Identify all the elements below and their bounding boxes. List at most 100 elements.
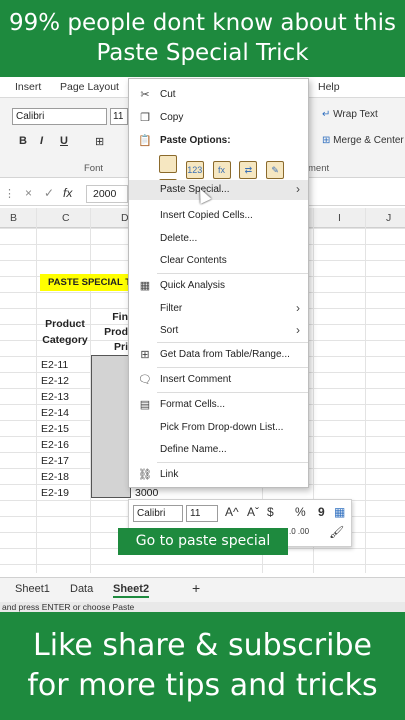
banner-line-1: 99% people dont know about this [8,10,396,36]
merge-center-button[interactable]: ⊞ Merge & Center [322,135,404,146]
menu-get-data-label: Get Data from Table/Range... [160,349,290,360]
paste-transpose-icon[interactable]: ⇄ [239,161,258,179]
final-header-line3: Pri [113,341,128,353]
submenu-arrow-icon: › [296,323,300,337]
more-icon[interactable]: ⋮ [4,187,15,200]
mini-font-size[interactable]: 11 [186,505,218,522]
caption-overlay: Go to paste special [118,528,288,555]
fx-icon[interactable]: fx [63,186,72,200]
paste-icon[interactable] [159,155,177,173]
submenu-arrow-icon: › [296,301,300,315]
menu-copy-label: Copy [160,112,184,123]
final-header-line1: Fin [112,311,128,323]
final-price-header[interactable]: Fin Prod Pri [100,311,128,353]
category-cell[interactable]: E2-17 [41,455,69,467]
menu-insert-comment-label: Insert Comment [160,374,232,385]
menu-get-data[interactable]: ⊞ Get Data from Table/Range... [129,345,308,365]
menu-copy[interactable]: ❐ Copy [129,108,308,128]
menu-define-name[interactable]: Define Name... [129,440,308,460]
column-i[interactable]: I [338,212,341,224]
menu-sort-label: Sort [160,325,179,336]
paste-options-label: Paste Options: [160,135,231,146]
menu-cut-label: Cut [160,89,176,100]
category-cell[interactable]: E2-16 [41,439,69,451]
font-name-box[interactable]: Calibri [12,108,107,125]
enter-icon[interactable]: ✓ [44,186,54,200]
menu-sort[interactable]: Sort › [129,321,308,341]
merge-icon: ⊞ [322,135,331,146]
link-icon: ⛓ [138,469,152,481]
tab-help[interactable]: Help [318,81,340,93]
tab-page-layout[interactable]: Page Layout [60,81,119,93]
format-table-icon[interactable]: ▦ [334,505,345,519]
wrap-text-icon: ↵ [322,109,331,120]
final-header-line2: Prod [104,326,128,338]
product-header-line2: Category [42,334,88,346]
bold-button[interactable]: B [19,135,27,147]
category-cell[interactable]: E2-12 [41,375,69,387]
menu-filter[interactable]: Filter › [129,299,308,319]
menu-format-cells[interactable]: ▤ Format Cells... [129,395,308,415]
tab-insert[interactable]: Insert [15,81,41,93]
status-bar: and press ENTER or choose Paste [0,602,405,612]
menu-define-name-label: Define Name... [160,444,227,455]
category-cell[interactable]: E2-19 [41,487,69,499]
copied-value-cell[interactable]: 3000 [135,487,158,499]
font-size-box[interactable]: 11 [110,108,128,125]
comment-icon: 🗨 [138,374,152,386]
menu-cut[interactable]: ✂ Cut [129,85,308,105]
comma-button[interactable]: 9 [318,505,325,519]
underline-button[interactable]: U [60,135,68,147]
percent-button[interactable]: % [295,505,306,519]
bottom-banner-line-1: Like share & subscribe [33,628,372,663]
menu-separator [157,273,308,274]
selected-price-range[interactable] [91,355,131,498]
italic-button[interactable]: I [40,135,43,147]
quick-analysis-icon: ▦ [139,280,151,292]
menu-delete[interactable]: Delete... [129,229,308,249]
menu-paste-options: 📋 Paste Options: [129,131,308,151]
context-menu: ✂ Cut ❐ Copy 📋 Paste Options: 123 fx ⇄ ✎… [128,78,309,488]
mini-font-name[interactable]: Calibri [133,505,183,522]
wrap-text-button[interactable]: ↵ Wrap Text [322,109,378,120]
formula-input[interactable]: 2000 [86,185,128,203]
category-cell[interactable]: E2-14 [41,407,69,419]
paste-formulas-icon[interactable]: fx [212,161,231,179]
category-cell[interactable]: E2-11 [41,359,68,371]
bottom-banner: Like share & subscribe for more tips and… [0,612,405,720]
product-category-header[interactable]: Product Category [40,318,90,346]
currency-button[interactable]: $ [267,505,274,519]
menu-pick-from-list-label: Pick From Drop-down List... [160,422,284,433]
category-cell[interactable]: E2-15 [41,423,69,435]
grow-font-button[interactable]: A^ [225,505,239,519]
menu-paste-special[interactable]: Paste Special... › [129,180,308,200]
menu-clear-contents[interactable]: Clear Contents [129,251,308,271]
sheet-tab-sheet2[interactable]: Sheet2 [113,583,150,598]
cancel-icon[interactable]: × [25,186,32,200]
bottom-banner-line-2: for more tips and tricks [27,668,378,703]
menu-insert-comment[interactable]: 🗨 Insert Comment [129,370,308,390]
table-icon: ⊞ [140,349,150,361]
column-j[interactable]: J [386,212,391,224]
paste-values-icon[interactable]: 123 [185,161,204,179]
sheet-tab-sheet1[interactable]: Sheet1 [15,583,50,595]
borders-icon[interactable]: ⊞ [95,135,104,148]
format-painter-icon[interactable]: 🖌 [329,525,344,539]
menu-pick-from-list[interactable]: Pick From Drop-down List... [129,418,308,438]
banner-line-2: Paste Special Trick [96,40,309,66]
decimal-buttons[interactable]: .0 .00 [289,527,309,536]
menu-link[interactable]: ⛓ Link [129,465,308,485]
menu-quick-analysis[interactable]: ▦ Quick Analysis [129,276,308,296]
paste-formatting-icon[interactable]: ✎ [266,161,285,179]
sheet-title-cell[interactable]: PASTE SPECIAL T [40,274,132,291]
sheet-tab-data[interactable]: Data [70,583,93,595]
add-sheet-button[interactable]: + [192,580,200,596]
column-b[interactable]: B [10,212,17,224]
top-banner: 99% people dont know about this Paste Sp… [0,0,405,77]
category-cell[interactable]: E2-18 [41,471,69,483]
menu-insert-copied-cells[interactable]: Insert Copied Cells... [129,206,308,226]
column-c[interactable]: C [62,212,70,224]
grid-line [36,208,37,573]
category-cell[interactable]: E2-13 [41,391,69,403]
shrink-font-button[interactable]: Aˇ [247,505,259,519]
